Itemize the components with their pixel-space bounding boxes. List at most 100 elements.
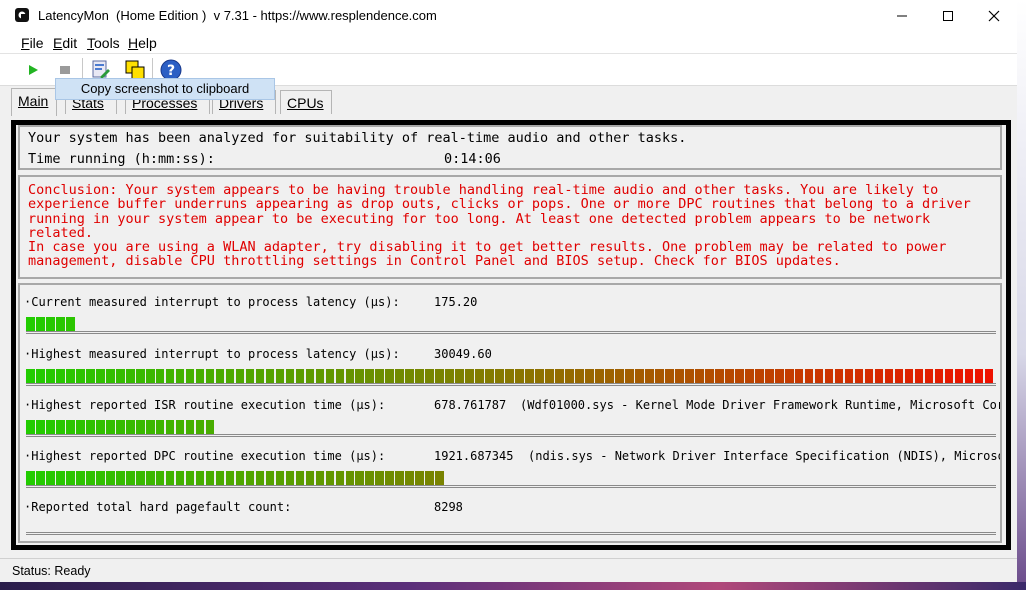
- bar-segment: [265, 369, 275, 383]
- menu-edit[interactable]: Edit: [53, 35, 77, 51]
- menu-tools[interactable]: Tools: [87, 35, 120, 51]
- bar-segment: [615, 369, 624, 383]
- tab-cpus-label: CPUs: [287, 95, 324, 111]
- menu-help[interactable]: Help: [128, 35, 157, 51]
- bar-segment: [115, 420, 125, 434]
- bar-segment: [225, 471, 235, 485]
- bar-segment: [205, 369, 215, 383]
- bar-segment: [185, 420, 195, 434]
- tab-main-label: Main: [18, 93, 49, 109]
- bar-segment: [674, 369, 684, 383]
- desktop-background: [0, 582, 1026, 590]
- menu-file-accel: F: [21, 35, 30, 51]
- bar-segment: [844, 369, 854, 383]
- bar-segment: [535, 369, 544, 383]
- bar-segment: [924, 369, 934, 383]
- bar-segment: [665, 369, 674, 383]
- metric-value: 1921.687345: [434, 449, 514, 463]
- bar-segment: [645, 369, 654, 383]
- bar-segment: [365, 471, 375, 485]
- bar-segment: [235, 369, 245, 383]
- latency-bar-fill: [26, 317, 76, 331]
- tab-main[interactable]: Main: [11, 88, 57, 116]
- desktop-background: [1017, 0, 1026, 590]
- bar-segment: [145, 369, 155, 383]
- bar-segment: [395, 369, 405, 383]
- bar-segment: [225, 369, 235, 383]
- bar-segment: [964, 369, 974, 383]
- bar-segment: [505, 369, 514, 383]
- bar-segment: [784, 369, 794, 383]
- bar-segment: [145, 420, 155, 434]
- bar-segment: [435, 471, 445, 485]
- metric-label: ·Highest measured interrupt to process l…: [24, 347, 400, 361]
- bar-segment: [45, 369, 55, 383]
- bar-segment: [145, 471, 155, 485]
- tab-cpus[interactable]: CPUs: [280, 90, 332, 114]
- bar-segment: [125, 420, 135, 434]
- bar-segment: [205, 471, 215, 485]
- close-button[interactable]: [971, 0, 1017, 31]
- bar-segment: [295, 471, 305, 485]
- bar-segment: [974, 369, 984, 383]
- bar-segment: [944, 369, 954, 383]
- bar-segment: [95, 420, 105, 434]
- toolbar-tooltip: Copy screenshot to clipboard: [55, 78, 275, 100]
- app-logo-icon: [14, 7, 30, 23]
- bar-segment: [724, 369, 734, 383]
- bar-segment: [235, 471, 245, 485]
- bar-segment: [95, 369, 105, 383]
- bar-segment: [585, 369, 594, 383]
- minimize-button[interactable]: [879, 0, 925, 31]
- bar-segment: [315, 369, 325, 383]
- main-panel: Your system has been analyzed for suitab…: [11, 120, 1011, 550]
- latency-bar: [26, 369, 996, 386]
- bar-segment: [385, 369, 395, 383]
- metric-value: 8298: [434, 500, 463, 514]
- bar-segment: [115, 369, 125, 383]
- conclusion-text: Conclusion: Your system appears to be ha…: [28, 182, 971, 270]
- latency-bar: [26, 471, 996, 488]
- bar-segment: [255, 471, 265, 485]
- bar-segment: [155, 471, 165, 485]
- bar-segment: [425, 471, 435, 485]
- bar-segment: [295, 369, 305, 383]
- play-icon[interactable]: [21, 58, 45, 82]
- bar-segment: [175, 471, 185, 485]
- menu-edit-accel: E: [53, 35, 63, 51]
- bar-segment: [55, 471, 65, 485]
- latency-bar: [26, 420, 996, 437]
- bar-segment: [794, 369, 804, 383]
- bar-segment: [545, 369, 554, 383]
- title-bar[interactable]: LatencyMon (Home Edition ) v 7.31 - http…: [0, 0, 1017, 31]
- conclusion-section: Conclusion: Your system appears to be ha…: [18, 175, 1002, 279]
- bar-segment: [185, 471, 195, 485]
- bar-segment: [285, 471, 295, 485]
- bar-segment: [894, 369, 904, 383]
- bar-segment: [55, 317, 65, 331]
- bar-segment: [914, 369, 924, 383]
- bar-segment: [764, 369, 774, 383]
- bar-segment: [265, 471, 275, 485]
- bar-segment: [205, 420, 215, 434]
- bar-segment: [365, 369, 375, 383]
- time-running-label: Time running (h:mm:ss):: [28, 151, 215, 167]
- bar-segment: [704, 369, 714, 383]
- bar-segment: [375, 369, 385, 383]
- bar-segment: [635, 369, 644, 383]
- bar-segment: [185, 369, 195, 383]
- menu-help-rest: elp: [138, 35, 157, 51]
- window-title: LatencyMon (Home Edition ) v 7.31 - http…: [38, 8, 437, 23]
- menu-file[interactable]: File: [21, 35, 44, 51]
- metric-value: 678.761787: [434, 398, 507, 412]
- bar-segment: [325, 369, 335, 383]
- bar-segment: [824, 369, 834, 383]
- metric-value: 30049.60: [434, 347, 492, 361]
- bar-segment: [335, 369, 345, 383]
- bar-segment: [195, 369, 205, 383]
- bar-segment: [26, 369, 35, 383]
- metrics-section: ·Current measured interrupt to process l…: [18, 283, 1002, 543]
- maximize-button[interactable]: [925, 0, 971, 31]
- bar-segment: [864, 369, 874, 383]
- bar-segment: [75, 471, 85, 485]
